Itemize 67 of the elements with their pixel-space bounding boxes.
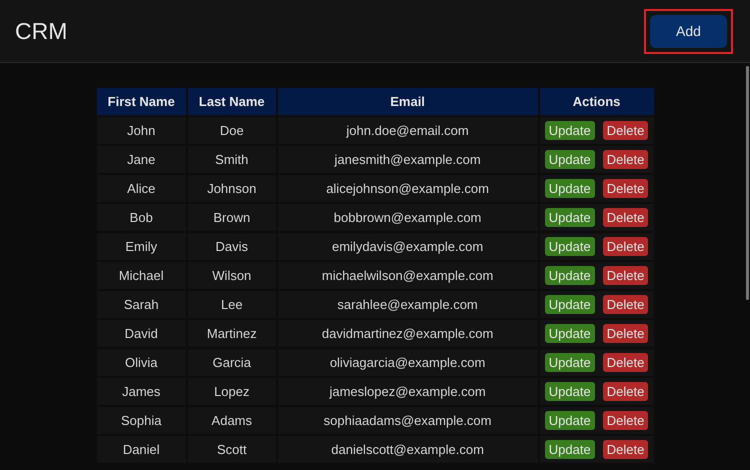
update-button[interactable]: Update (544, 150, 595, 169)
table-cell: Emily (96, 232, 187, 261)
table-cell: Alice (96, 174, 187, 203)
update-button[interactable]: Update (544, 411, 595, 430)
table-cell: sarahlee@example.com (276, 290, 539, 319)
table-cell: bobbrown@example.com (276, 203, 539, 232)
table-cell: David (96, 319, 187, 348)
app-title: CRM (15, 16, 68, 46)
update-button[interactable]: Update (544, 121, 595, 140)
table-cell: john.doe@email.com (276, 116, 539, 145)
table-cell: alicejohnson@example.com (276, 174, 539, 203)
delete-button[interactable]: Delete (602, 411, 648, 430)
table-cell: Michael (96, 261, 187, 290)
update-button[interactable]: Update (544, 237, 595, 256)
table-cell: Johnson (187, 174, 277, 203)
table-cell: janesmith@example.com (276, 145, 539, 174)
table-cell: Wilson (187, 261, 277, 290)
table-cell: Daniel (96, 435, 187, 464)
delete-button[interactable]: Delete (602, 295, 648, 314)
table-cell: Smith (187, 145, 277, 174)
delete-button[interactable]: Delete (602, 324, 648, 343)
table-cell: John (96, 116, 187, 145)
delete-button[interactable]: Delete (602, 266, 648, 285)
table-cell: davidmartinez@example.com (276, 319, 539, 348)
table-cell: emilydavis@example.com (276, 232, 539, 261)
table-cell: Jane (96, 145, 187, 174)
table-cell: jameslopez@example.com (276, 377, 539, 406)
update-button[interactable]: Update (544, 382, 595, 401)
update-button[interactable]: Update (544, 266, 595, 285)
table-cell: Lopez (187, 377, 277, 406)
table-cell: Olivia (96, 348, 187, 377)
table-cell: Bob (96, 203, 187, 232)
delete-button[interactable]: Delete (602, 150, 648, 169)
delete-button[interactable]: Delete (602, 353, 648, 372)
table-cell: Doe (187, 116, 277, 145)
table-cell: Sarah (96, 290, 187, 319)
table-cell: Brown (187, 203, 277, 232)
table-cell: Martinez (187, 319, 277, 348)
table-cell: Scott (187, 435, 277, 464)
table-cell: Garcia (187, 348, 277, 377)
delete-button[interactable]: Delete (602, 237, 648, 256)
update-button[interactable]: Update (544, 179, 595, 198)
delete-button[interactable]: Delete (602, 179, 648, 198)
delete-button[interactable]: Delete (602, 382, 648, 401)
column-header: Actions (538, 87, 654, 116)
add-button[interactable]: Add (650, 14, 727, 48)
update-button[interactable]: Update (544, 353, 595, 372)
column-header: Email (276, 87, 539, 116)
table-cell: Adams (187, 406, 277, 435)
table-cell: Sophia (96, 406, 187, 435)
table-cell: oliviagarcia@example.com (276, 348, 539, 377)
update-button[interactable]: Update (544, 208, 595, 227)
update-button[interactable]: Update (544, 295, 595, 314)
update-button[interactable]: Update (544, 440, 595, 459)
update-button[interactable]: Update (544, 324, 595, 343)
delete-button[interactable]: Delete (602, 208, 648, 227)
delete-button[interactable]: Delete (602, 121, 648, 140)
table-cell: James (96, 377, 187, 406)
column-header: First Name (96, 87, 187, 116)
table-cell: sophiaadams@example.com (276, 406, 539, 435)
scrollbar[interactable] (746, 66, 749, 300)
column-header: Last Name (187, 87, 277, 116)
table-cell: Lee (187, 290, 277, 319)
delete-button[interactable]: Delete (602, 440, 648, 459)
table-cell: danielscott@example.com (276, 435, 539, 464)
table-cell: michaelwilson@example.com (276, 261, 539, 290)
table-cell: Davis (187, 232, 277, 261)
